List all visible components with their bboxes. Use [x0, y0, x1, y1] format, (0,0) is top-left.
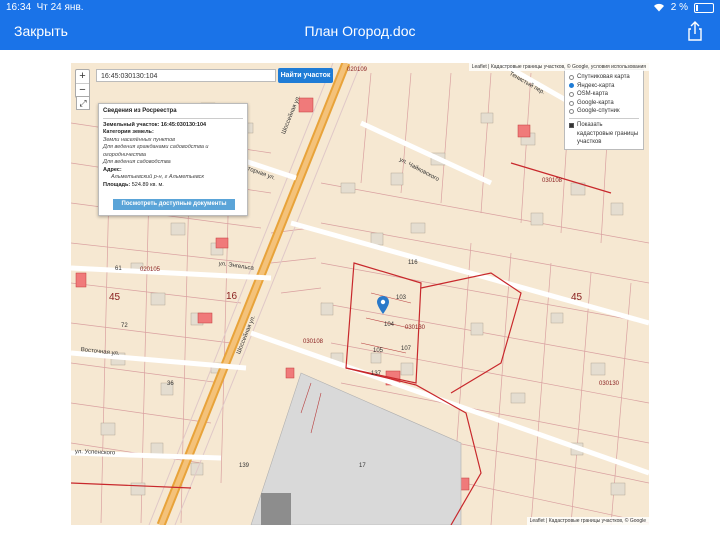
district-number: 45 [571, 292, 583, 303]
radio-selected-icon [569, 83, 574, 89]
district-number: 45 [109, 292, 121, 303]
quarter-label: 030130 [405, 325, 426, 331]
layer-label: Google-карта [577, 99, 614, 106]
radio-icon [569, 91, 574, 97]
radio-icon [569, 74, 574, 80]
quarter-label: 030108 [303, 339, 324, 345]
parcel-number: 104 [384, 322, 395, 328]
zoom-control: + − [75, 69, 90, 98]
attribution-bottom: Leaflet | Кадастровые границы участков, … [526, 517, 649, 525]
layer-google-satellite[interactable]: Google-спутник [569, 107, 639, 116]
checkbox-checked-icon [569, 122, 574, 128]
info-use-1: Для ведения гражданами садоводства и ого… [103, 144, 209, 158]
quarter-label: 030130 [599, 381, 620, 387]
parcel-number: 107 [401, 346, 412, 352]
parcel-number: 17 [359, 463, 366, 469]
layer-satellite[interactable]: Спутниковая карта [569, 73, 639, 82]
parcel-number: 72 [121, 323, 128, 329]
document-page: 020109 030108 020105 030108 030130 03013… [0, 50, 720, 540]
info-header: Сведения из Росреестра [103, 108, 243, 119]
parcel-number: 116 [408, 260, 418, 266]
document-title: План Огород.doc [304, 23, 416, 39]
info-category-value: Земли населённых пунктов [103, 136, 175, 143]
parcel-number: 36 [167, 381, 174, 387]
district-number: 16 [226, 291, 238, 302]
status-bar: 16:34 Чт 24 янв. 2 % [0, 0, 720, 16]
info-category-label: Категория земель: [103, 129, 154, 135]
layer-osm[interactable]: OSM-карта [569, 90, 639, 99]
share-icon[interactable] [684, 20, 706, 42]
location-pin-icon[interactable] [377, 296, 389, 314]
parcel-number: 137 [371, 371, 382, 377]
parcel-number: 103 [396, 295, 407, 301]
battery-percent: 2 % [670, 2, 688, 13]
info-address-label: Адрес: [103, 166, 122, 173]
parcel-number: 139 [239, 463, 250, 469]
radio-icon [569, 109, 574, 115]
battery-icon [694, 2, 714, 13]
status-time-date: 16:34 Чт 24 янв. [6, 2, 84, 13]
wifi-icon [653, 3, 664, 12]
attribution-top: Leaflet | Кадастровые границы участков, … [468, 63, 649, 71]
search-input[interactable]: 16:45:030130:104 [96, 69, 276, 82]
status-date: Чт 24 янв. [36, 2, 84, 13]
status-time: 16:34 [6, 2, 32, 13]
fullscreen-icon[interactable]: ⤢ [76, 96, 90, 110]
cadastre-toggle[interactable]: Показать кадастровые границы участков [569, 121, 639, 147]
view-documents-button[interactable]: Посмотреть доступные документы [113, 199, 235, 210]
quarter-label: 020105 [140, 267, 161, 273]
layer-switcher: Спутниковая карта Яндекс-карта OSM-карта… [564, 69, 644, 150]
radio-icon [569, 100, 574, 106]
quarter-label: 020109 [347, 67, 368, 73]
parcel-number: 61 [115, 266, 122, 272]
layer-google[interactable]: Google-карта [569, 99, 639, 108]
cadastral-map[interactable]: 020109 030108 020105 030108 030130 03013… [71, 63, 649, 525]
layer-label: Спутниковая карта [577, 74, 630, 80]
find-parcel-button[interactable]: Найти участок [278, 68, 333, 83]
cadastre-label: Показать кадастровые границы участков [577, 121, 639, 146]
layer-label: Google-спутник [577, 108, 620, 115]
info-address-value: Альметьевский р-н, г Альметьевск [111, 174, 204, 180]
parcel-info-popup: Сведения из Росреестра Земельный участок… [98, 103, 248, 216]
info-parcel: Земельный участок: 16:45:030130:104 [103, 121, 207, 128]
layer-yandex[interactable]: Яндекс-карта [569, 82, 639, 91]
quarter-label: 030108 [542, 178, 563, 184]
layer-label: OSM-карта [577, 91, 608, 98]
layer-label: Яндекс-карта [577, 82, 615, 89]
nav-bar: Закрыть План Огород.doc [0, 16, 720, 50]
zoom-in-button[interactable]: + [76, 70, 89, 84]
info-area-value: 524.89 кв. м. [131, 181, 164, 188]
parcel-number: 105 [373, 348, 384, 354]
info-area-label: Площадь: [103, 181, 131, 188]
info-use-2: Для ведения садоводства [103, 159, 171, 165]
